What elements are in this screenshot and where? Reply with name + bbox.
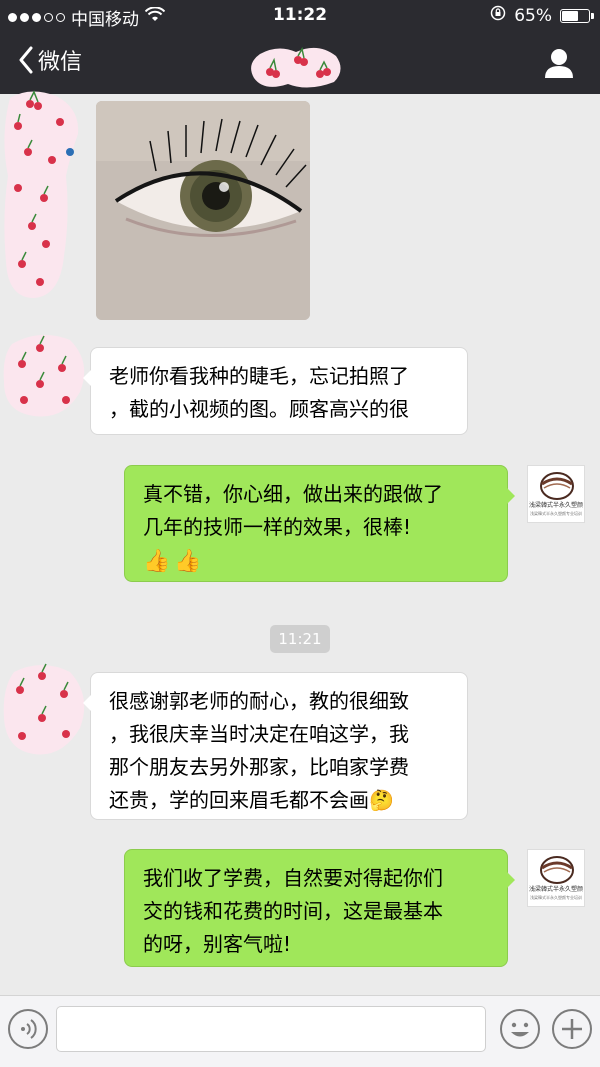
message-input[interactable]	[56, 1006, 486, 1052]
message-line: 还贵，学的回来眉毛都不会画🤔	[109, 788, 394, 812]
message-line: 很感谢郭老师的耐心，教的很细致	[109, 689, 409, 713]
brand-name: 浅梁韓式半永久塑颜	[528, 502, 583, 509]
battery-percent: 65%	[514, 5, 552, 26]
brand-sub: 浅梁韓式半永久塑颜专业培训	[530, 895, 582, 900]
message-line: 我们收了学费，自然要对得起你们	[143, 866, 443, 890]
message-line: 那个朋友去另外那家，比咱家学费	[109, 755, 409, 779]
message-line: 交的钱和花费的时间，这是最基本	[143, 899, 443, 923]
voice-input-button[interactable]	[8, 1009, 48, 1049]
status-bar: 中国移动 11:22 65%	[0, 0, 600, 30]
contact-avatar[interactable]	[0, 86, 90, 300]
my-avatar[interactable]: 浅梁韓式半永久塑颜 浅梁韓式半永久塑颜专业培训	[527, 465, 585, 523]
message-bubble-incoming[interactable]: 老师你看我种的睫毛，忘记拍照了 ，截的小视频的图。顾客高兴的很	[83, 347, 468, 435]
chat-timestamp: 11:21	[270, 625, 330, 653]
emoji-row: 👍 👍	[143, 545, 202, 578]
contact-avatar[interactable]	[0, 660, 90, 760]
message-bubble-outgoing[interactable]: 我们收了学费，自然要对得起你们 交的钱和花费的时间，这是最基本 的呀，别客气啦!	[124, 849, 515, 967]
voice-icon	[21, 1019, 37, 1039]
emoji-button[interactable]	[500, 1009, 540, 1049]
message-line: 几年的技师一样的效果，很棒!	[143, 515, 412, 539]
message-bubble-outgoing[interactable]: 真不错，你心细，做出来的跟做了 几年的技师一样的效果，很棒! 👍 👍	[124, 465, 515, 582]
contact-avatar[interactable]	[0, 330, 90, 420]
message-line: 的呀，别客气啦!	[143, 932, 292, 956]
thumbs-up-icon: 👍	[143, 549, 171, 574]
brand-logo-icon	[540, 472, 574, 500]
brand-name: 浅梁韓式半永久塑颜	[528, 886, 583, 893]
eye-photo-message[interactable]	[96, 101, 310, 320]
message-line: 老师你看我种的睫毛，忘记拍照了	[109, 364, 409, 388]
message-line: ，我很庆幸当时决定在咱这学，我	[109, 722, 409, 746]
back-label: 微信	[38, 50, 83, 75]
more-button[interactable]	[552, 1009, 592, 1049]
my-avatar[interactable]: 浅梁韓式半永久塑颜 浅梁韓式半永久塑颜专业培训	[527, 849, 585, 907]
brand-sub: 浅梁韓式半永久塑颜专业培训	[530, 511, 582, 516]
message-line: ，截的小视频的图。顾客高兴的很	[109, 397, 409, 421]
thinking-face-icon: 🤔	[369, 788, 394, 812]
rotation-lock-icon	[490, 5, 506, 26]
plus-icon	[562, 1019, 582, 1039]
smiley-icon	[511, 1022, 529, 1037]
message-bubble-incoming[interactable]: 很感谢郭老师的耐心，教的很细致 ，我很庆幸当时决定在咱这学，我 那个朋友去另外那…	[83, 672, 468, 820]
cherry-sticker-title	[251, 46, 341, 88]
status-right: 65%	[490, 5, 594, 26]
message-line: 真不错，你心细，做出来的跟做了	[143, 482, 443, 506]
input-bar	[0, 995, 600, 1067]
nav-bar: 微信	[0, 30, 600, 94]
thumbs-up-icon: 👍	[174, 549, 202, 574]
battery-icon	[560, 8, 594, 23]
user-profile-icon[interactable]	[542, 46, 576, 80]
eye-photo-image	[96, 101, 310, 320]
chevron-left-icon	[19, 46, 33, 74]
back-button[interactable]: 微信	[18, 44, 82, 76]
brand-logo-icon	[540, 856, 574, 884]
